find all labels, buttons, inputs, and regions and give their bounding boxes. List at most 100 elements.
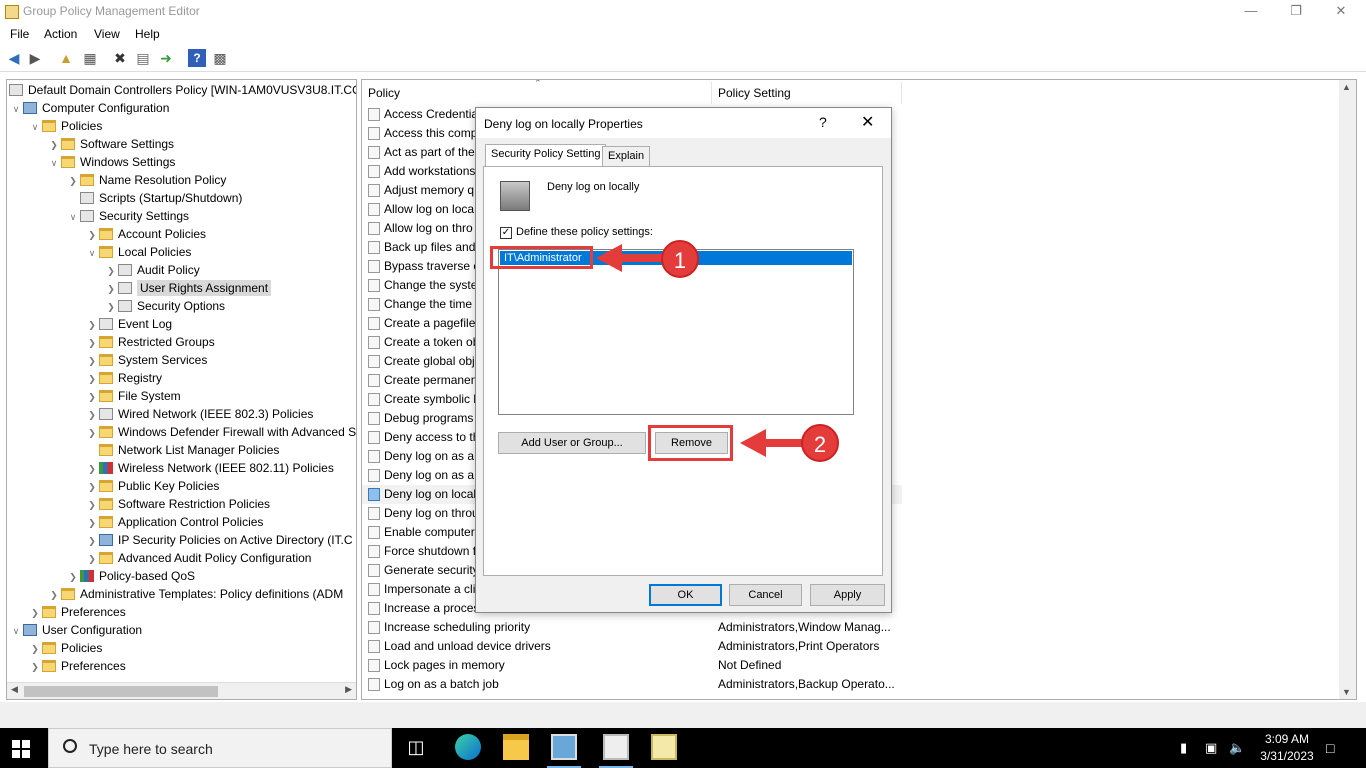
chevron-down-icon: ∨ — [12, 104, 20, 114]
windows-start-icon[interactable] — [12, 740, 30, 758]
tree-horizontal-scrollbar[interactable]: ◀ ▶ — [7, 682, 356, 699]
tree-item-public-key-policies[interactable]: ❯ Public Key Policies — [85, 477, 219, 495]
scroll-up-icon[interactable]: ▲ — [1342, 82, 1351, 92]
group-policy-editor-icon[interactable] — [603, 734, 629, 760]
define-settings-checkbox[interactable]: ✓ — [500, 227, 512, 239]
scroll-down-icon[interactable]: ▼ — [1342, 687, 1351, 697]
tree-item-event-log[interactable]: ❯ Event Log — [85, 315, 172, 333]
tree-item-wired-network[interactable]: ❯ Wired Network (IEEE 802.3) Policies — [85, 405, 313, 423]
tree-item-local-policies[interactable]: ∨ Local Policies — [85, 243, 192, 261]
server-manager-icon[interactable] — [551, 734, 577, 760]
policy-row[interactable]: Increase scheduling priority Administrato… — [362, 618, 902, 637]
tree-item-registry[interactable]: ❯ Registry — [85, 369, 162, 387]
policy-name: Deny log on throu — [384, 506, 479, 520]
tree-item-policy-based-qos[interactable]: ❯ Policy-based QoS — [66, 567, 195, 585]
tree-item-software-restriction[interactable]: ❯ Software Restriction Policies — [85, 495, 270, 513]
battery-icon[interactable]: ▮ — [1180, 740, 1187, 756]
tab-explain[interactable]: Explain — [602, 146, 651, 166]
menu-view[interactable]: View — [94, 27, 120, 41]
folder-icon — [118, 300, 132, 312]
tree-item-advanced-audit[interactable]: ❯ Advanced Audit Policy Configuration — [85, 549, 311, 567]
apply-button[interactable]: Apply — [810, 584, 885, 606]
tree-item-user-rights-assignment[interactable]: ❯ User Rights Assignment — [104, 279, 272, 297]
policy-name: Create a token ob — [384, 335, 480, 349]
list-vertical-scrollbar[interactable]: ▲ ▼ — [1339, 80, 1356, 699]
chevron-right-icon: ❯ — [107, 266, 115, 276]
system-clock[interactable]: 3:09 AM 3/31/2023 — [1256, 731, 1318, 765]
policy-icon — [368, 279, 380, 292]
notifications-icon[interactable]: □ — [1326, 740, 1334, 756]
tree-item-windows-settings[interactable]: ∨ Windows Settings — [47, 153, 176, 171]
tree-item-defender-firewall[interactable]: ❯ Windows Defender Firewall with Advanced… — [85, 423, 356, 441]
policy-icon — [368, 450, 380, 463]
tree-item-restricted-groups[interactable]: ❯ Restricted Groups — [85, 333, 214, 351]
menu-help[interactable]: Help — [135, 27, 160, 41]
policy-row[interactable]: Load and unload device drivers Administra… — [362, 637, 902, 656]
tree-item-preferences[interactable]: ❯ Preferences — [28, 603, 125, 621]
back-icon[interactable]: ◀ — [5, 49, 23, 67]
folder-icon — [99, 552, 113, 564]
tree-item-file-system[interactable]: ❯ File System — [85, 387, 180, 405]
tree-item-user-policies[interactable]: ❯ Policies — [28, 639, 102, 657]
close-icon[interactable]: ✕ — [1318, 0, 1364, 24]
tab-security-policy-setting[interactable]: Security Policy Setting — [485, 144, 607, 167]
tree-item-ip-security[interactable]: ❯ IP Security Policies on Active Director… — [85, 531, 352, 549]
properties-icon[interactable]: ▤ — [134, 49, 152, 67]
policy-name: Change the time — [384, 297, 473, 311]
policy-row[interactable]: Log on as a batch job Administrators,Back… — [362, 675, 902, 694]
tree-item-user-preferences[interactable]: ❯ Preferences — [28, 657, 125, 675]
delete-icon[interactable]: ✖ — [111, 49, 129, 67]
tree-item-network-list-manager[interactable]: Network List Manager Policies — [85, 441, 279, 459]
tree-item-audit-policy[interactable]: ❯ Audit Policy — [104, 261, 199, 279]
tree-item-security-options[interactable]: ❯ Security Options — [104, 297, 225, 315]
restore-icon[interactable]: ❐ — [1273, 0, 1319, 24]
close-icon[interactable]: ✕ — [861, 112, 874, 132]
tree-item-wireless-network[interactable]: ❯ Wireless Network (IEEE 802.11) Policies — [85, 459, 334, 477]
policy-row[interactable]: Lock pages in memory Not Defined — [362, 656, 902, 675]
minimize-icon[interactable]: — — [1228, 0, 1274, 24]
ok-button[interactable]: OK — [649, 584, 722, 606]
dialog-title-bar: Deny log on locally Properties ? ✕ — [476, 108, 891, 138]
policy-icon — [368, 298, 380, 311]
forward-icon[interactable]: ▶ — [26, 49, 44, 67]
add-user-or-group-button[interactable]: Add User or Group... — [498, 432, 646, 454]
tree-item-policies[interactable]: ∨ Policies — [28, 117, 103, 135]
export-list-icon[interactable]: ➜ — [157, 49, 175, 67]
menu-file[interactable]: File — [10, 27, 29, 41]
tree-item-scripts[interactable]: Scripts (Startup/Shutdown) — [66, 189, 242, 207]
scroll-left-icon[interactable]: ◀ — [11, 684, 18, 695]
up-folder-icon[interactable]: ▲ — [57, 49, 75, 67]
edge-browser-icon[interactable] — [455, 734, 481, 760]
notepad-icon[interactable] — [651, 734, 677, 760]
tree-item-user-configuration[interactable]: ∨ User Configuration — [9, 621, 142, 639]
volume-muted-icon[interactable]: 🔈 — [1229, 740, 1245, 756]
server-policy-icon — [500, 181, 530, 211]
tree-item-computer-configuration[interactable]: ∨ Computer Configuration — [9, 99, 170, 117]
tree-item-application-control[interactable]: ❯ Application Control Policies — [85, 513, 263, 531]
tree-item-software-settings[interactable]: ❯ Software Settings — [47, 135, 174, 153]
scroll-right-icon[interactable]: ▶ — [345, 684, 352, 695]
column-header-policy-setting[interactable]: Policy Setting — [712, 82, 902, 104]
tree-item-administrative-templates[interactable]: ❯ Administrative Templates: Policy defini… — [47, 585, 343, 603]
help-icon[interactable]: ? — [819, 114, 827, 130]
highlight-box-account — [490, 246, 593, 269]
tree-item-root-policy[interactable]: Default Domain Controllers Policy [WIN-1… — [9, 81, 356, 99]
policy-icon — [368, 355, 380, 368]
file-explorer-icon[interactable] — [503, 734, 529, 760]
tree-item-security-settings[interactable]: ∨ Security Settings — [66, 207, 189, 225]
network-icon[interactable]: ▣ — [1205, 740, 1217, 756]
security-icon — [80, 210, 94, 222]
tree-item-account-policies[interactable]: ❯ Account Policies — [85, 225, 206, 243]
view-icon[interactable]: ▩ — [211, 49, 229, 67]
menu-action[interactable]: Action — [44, 27, 77, 41]
cancel-button[interactable]: Cancel — [729, 584, 802, 606]
show-hide-tree-icon[interactable]: ▦ — [81, 49, 99, 67]
task-view-icon[interactable]: ◫ — [403, 734, 429, 760]
tree-item-system-services[interactable]: ❯ System Services — [85, 351, 207, 369]
help-icon[interactable]: ? — [188, 49, 206, 67]
policy-icon — [368, 127, 380, 140]
taskbar-search-box[interactable]: Type here to search — [48, 728, 392, 768]
tree-item-name-resolution-policy[interactable]: ❯ Name Resolution Policy — [66, 171, 226, 189]
policy-name: Force shutdown f — [384, 544, 477, 558]
scrollbar-thumb[interactable] — [24, 686, 218, 697]
